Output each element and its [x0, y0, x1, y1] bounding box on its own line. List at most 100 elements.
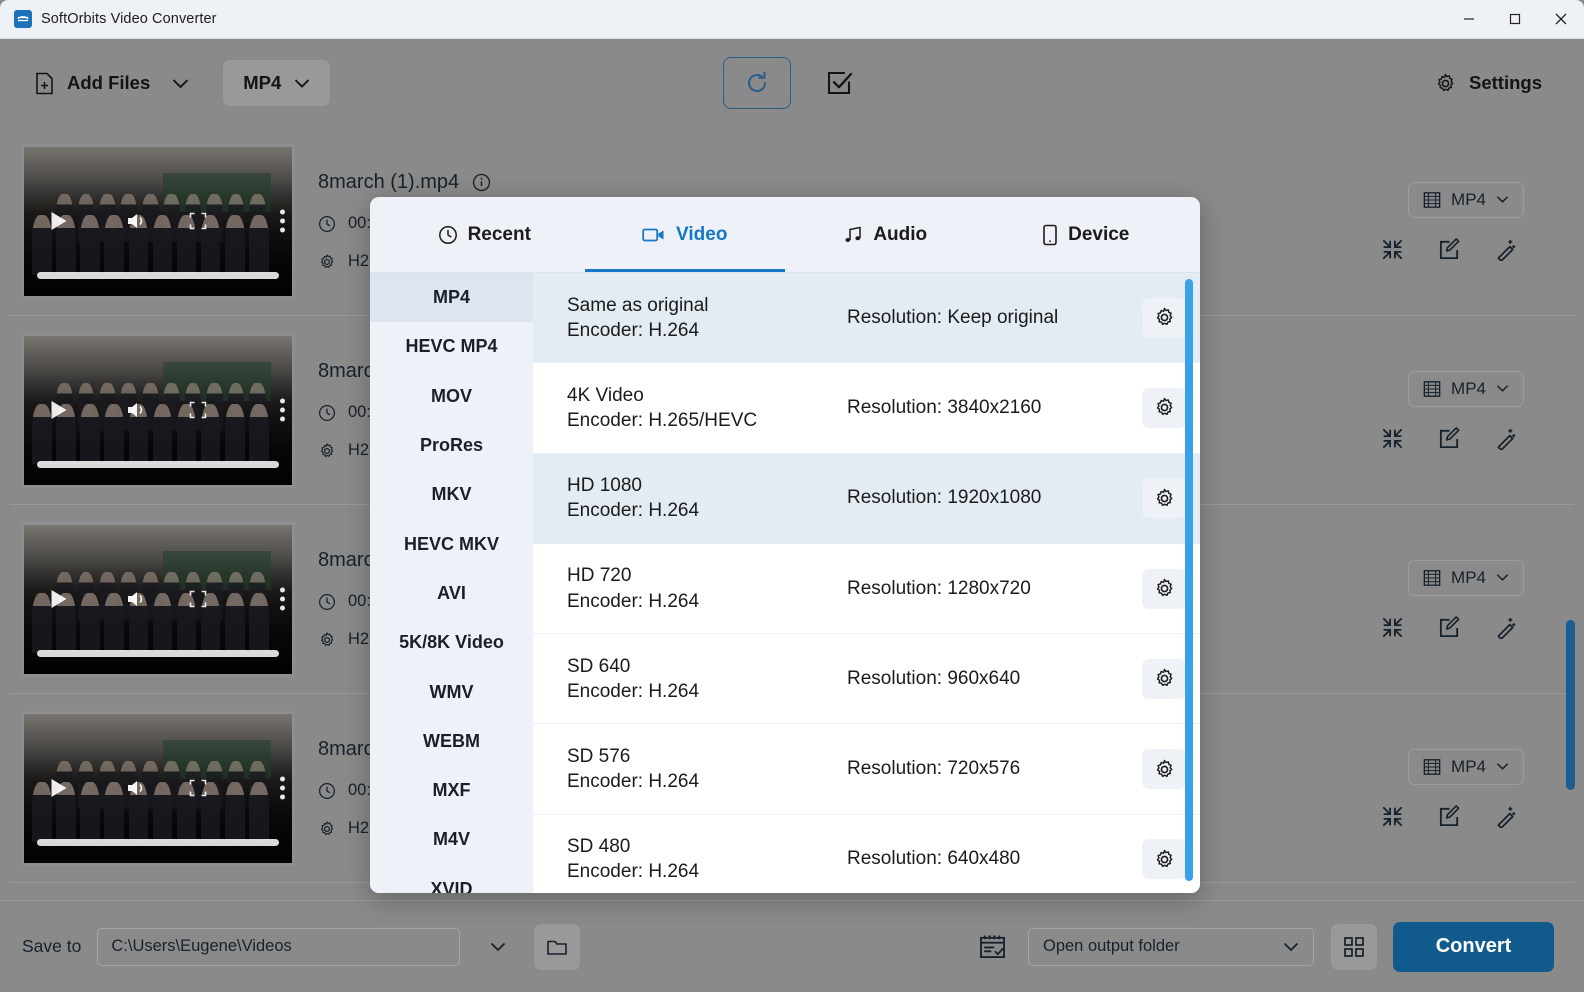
- row-format-chip[interactable]: MP4: [1408, 371, 1524, 407]
- row-format-chip[interactable]: MP4: [1408, 182, 1524, 218]
- refresh-button[interactable]: [723, 57, 791, 109]
- speaker-icon[interactable]: [126, 400, 148, 420]
- play-icon[interactable]: [51, 590, 66, 608]
- preset-resolution: Resolution: Keep original: [847, 307, 1142, 329]
- row-format-chip[interactable]: MP4: [1408, 749, 1524, 785]
- seek-bar[interactable]: [37, 650, 278, 657]
- sidebar-item-avi[interactable]: AVI: [370, 569, 533, 618]
- more-options-icon[interactable]: [280, 588, 285, 611]
- edit-icon[interactable]: [1438, 427, 1461, 450]
- magic-wand-icon[interactable]: [1495, 805, 1518, 828]
- gear-icon: [1434, 72, 1457, 95]
- convert-button[interactable]: Convert: [1393, 922, 1554, 972]
- sidebar-item-hevc-mkv[interactable]: HEVC MKV: [370, 519, 533, 568]
- calendar-check-icon[interactable]: [979, 934, 1006, 959]
- video-thumbnail[interactable]: [21, 522, 295, 677]
- compress-icon[interactable]: [1381, 616, 1404, 639]
- sidebar-item-xvid[interactable]: XVID: [370, 865, 533, 893]
- sidebar-item-webm[interactable]: WEBM: [370, 717, 533, 766]
- fullscreen-icon[interactable]: [190, 213, 207, 230]
- sidebar-item-prores[interactable]: ProRes: [370, 421, 533, 470]
- list-item[interactable]: Same as original Encoder: H.264 Resoluti…: [533, 273, 1200, 363]
- row-format-label: MP4: [1451, 379, 1486, 399]
- settings-button[interactable]: Settings: [1434, 72, 1542, 95]
- fullscreen-icon[interactable]: [190, 591, 207, 608]
- save-to-input[interactable]: C:\Users\Eugene\Videos: [97, 928, 460, 966]
- speaker-icon[interactable]: [126, 589, 148, 609]
- merge-files-button[interactable]: [1331, 924, 1377, 970]
- sidebar-item-wmv[interactable]: WMV: [370, 667, 533, 716]
- row-format-chip[interactable]: MP4: [1408, 560, 1524, 596]
- add-files-button[interactable]: Add Files: [34, 72, 199, 95]
- maximize-button[interactable]: [1492, 0, 1538, 39]
- preset-list[interactable]: Same as original Encoder: H.264 Resoluti…: [533, 273, 1200, 893]
- preset-settings-button[interactable]: [1142, 749, 1186, 789]
- chevron-down-icon[interactable]: [480, 936, 516, 958]
- info-icon[interactable]: [472, 173, 491, 192]
- seek-bar[interactable]: [37, 461, 278, 468]
- preset-info: HD 720 Encoder: H.264: [567, 563, 847, 613]
- edit-icon[interactable]: [1438, 805, 1461, 828]
- close-button[interactable]: [1538, 0, 1584, 39]
- more-options-icon[interactable]: [280, 210, 285, 233]
- compress-icon[interactable]: [1381, 427, 1404, 450]
- seek-bar[interactable]: [37, 272, 278, 279]
- sidebar-item-mxf[interactable]: MXF: [370, 766, 533, 815]
- play-icon[interactable]: [51, 212, 66, 230]
- seek-bar[interactable]: [37, 839, 278, 846]
- post-convert-action-select[interactable]: Open output folder: [1028, 928, 1314, 966]
- sidebar-item-hevc-mp4[interactable]: HEVC MP4: [370, 322, 533, 371]
- sidebar-item-mp4[interactable]: MP4: [370, 273, 533, 322]
- speaker-icon[interactable]: [126, 211, 148, 231]
- sidebar-item-mkv[interactable]: MKV: [370, 470, 533, 519]
- edit-icon[interactable]: [1438, 616, 1461, 639]
- chevron-down-icon: [1496, 195, 1509, 204]
- list-item[interactable]: SD 640 Encoder: H.264 Resolution: 960x64…: [533, 634, 1200, 724]
- preset-settings-button[interactable]: [1142, 388, 1186, 428]
- list-item[interactable]: SD 480 Encoder: H.264 Resolution: 640x48…: [533, 815, 1200, 893]
- video-thumbnail[interactable]: [21, 333, 295, 488]
- magic-wand-icon[interactable]: [1495, 238, 1518, 261]
- format-sidebar[interactable]: MP4 HEVC MP4 MOV ProRes MKV HEVC MKV AVI…: [370, 273, 533, 893]
- fullscreen-icon[interactable]: [190, 402, 207, 419]
- preset-settings-button[interactable]: [1142, 839, 1186, 879]
- post-convert-action-value: Open output folder: [1043, 937, 1180, 956]
- video-thumbnail[interactable]: [21, 144, 295, 299]
- more-options-icon[interactable]: [280, 777, 285, 800]
- play-icon[interactable]: [51, 779, 66, 797]
- tab-audio[interactable]: Audio: [785, 197, 986, 272]
- play-icon[interactable]: [51, 401, 66, 419]
- sidebar-item-5k-8k-video[interactable]: 5K/8K Video: [370, 618, 533, 667]
- more-options-icon[interactable]: [280, 399, 285, 422]
- tab-device[interactable]: Device: [986, 197, 1187, 272]
- preset-settings-button[interactable]: [1142, 659, 1186, 699]
- list-item[interactable]: SD 576 Encoder: H.264 Resolution: 720x57…: [533, 724, 1200, 814]
- speaker-icon[interactable]: [126, 778, 148, 798]
- select-all-checkbox[interactable]: [817, 61, 861, 105]
- tab-video[interactable]: Video: [585, 197, 786, 272]
- list-item[interactable]: 4K Video Encoder: H.265/HEVC Resolution:…: [533, 363, 1200, 453]
- preset-info: SD 480 Encoder: H.264: [567, 834, 847, 884]
- sidebar-item-mov[interactable]: MOV: [370, 372, 533, 421]
- output-format-selector[interactable]: MP4: [223, 60, 330, 106]
- preset-settings-button[interactable]: [1142, 478, 1186, 518]
- preset-settings-button[interactable]: [1142, 569, 1186, 609]
- compress-icon[interactable]: [1381, 238, 1404, 261]
- tab-recent[interactable]: Recent: [384, 197, 585, 272]
- browse-folder-button[interactable]: [534, 924, 580, 970]
- sidebar-item-m4v[interactable]: M4V: [370, 815, 533, 864]
- edit-icon[interactable]: [1438, 238, 1461, 261]
- chevron-down-icon[interactable]: [162, 78, 199, 89]
- main-scrollbar-thumb[interactable]: [1566, 620, 1575, 790]
- list-item[interactable]: HD 1080 Encoder: H.264 Resolution: 1920x…: [533, 454, 1200, 544]
- magic-wand-icon[interactable]: [1495, 427, 1518, 450]
- bottom-right-actions: Open output folder Convert: [979, 922, 1584, 972]
- preset-settings-button[interactable]: [1142, 298, 1186, 338]
- fullscreen-icon[interactable]: [190, 780, 207, 797]
- list-item[interactable]: HD 720 Encoder: H.264 Resolution: 1280x7…: [533, 544, 1200, 634]
- magic-wand-icon[interactable]: [1495, 616, 1518, 639]
- preset-scrollbar-thumb[interactable]: [1185, 279, 1193, 881]
- video-thumbnail[interactable]: [21, 711, 295, 866]
- minimize-button[interactable]: [1446, 0, 1492, 39]
- compress-icon[interactable]: [1381, 805, 1404, 828]
